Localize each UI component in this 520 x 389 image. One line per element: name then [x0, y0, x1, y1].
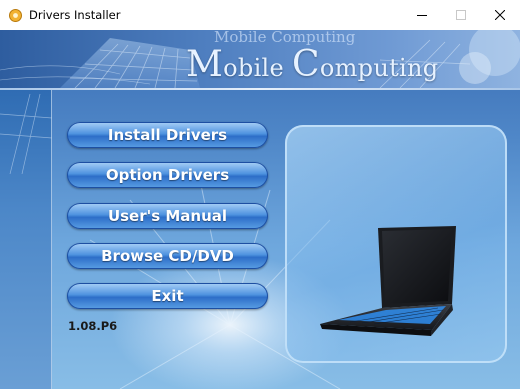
install-drivers-button[interactable]: Install Drivers [67, 122, 268, 148]
close-icon [495, 10, 505, 20]
laptop-image [320, 226, 456, 336]
logo-initial-c: C [291, 44, 320, 85]
option-drivers-button[interactable]: Option Drivers [67, 162, 268, 188]
logo-word-mobile: obile [223, 54, 285, 82]
close-button[interactable] [480, 0, 520, 30]
header-banner: Mobile Computing Mobile Computing [0, 30, 520, 88]
exit-button[interactable]: Exit [67, 283, 268, 309]
browse-cd-dvd-button[interactable]: Browse CD/DVD [67, 243, 268, 269]
brand-logo: Mobile Computing [186, 44, 438, 85]
minimize-icon [417, 15, 427, 16]
app-icon [9, 9, 22, 22]
minimize-button[interactable] [402, 0, 442, 30]
installer-content: Mobile Computing Mobile Computing Instal… [0, 30, 520, 389]
maximize-icon [456, 10, 466, 20]
logo-initial-m: M [186, 44, 224, 85]
maximize-button[interactable] [441, 0, 481, 30]
drivers-installer-window: Drivers Installer Mobile Computing Mobil… [0, 0, 520, 389]
version-label: 1.08.P6 [68, 319, 118, 333]
users-manual-button[interactable]: User's Manual [67, 203, 268, 229]
logo-word-computing: omputing [319, 54, 439, 82]
window-title: Drivers Installer [29, 8, 121, 22]
title-bar[interactable]: Drivers Installer [0, 0, 520, 30]
